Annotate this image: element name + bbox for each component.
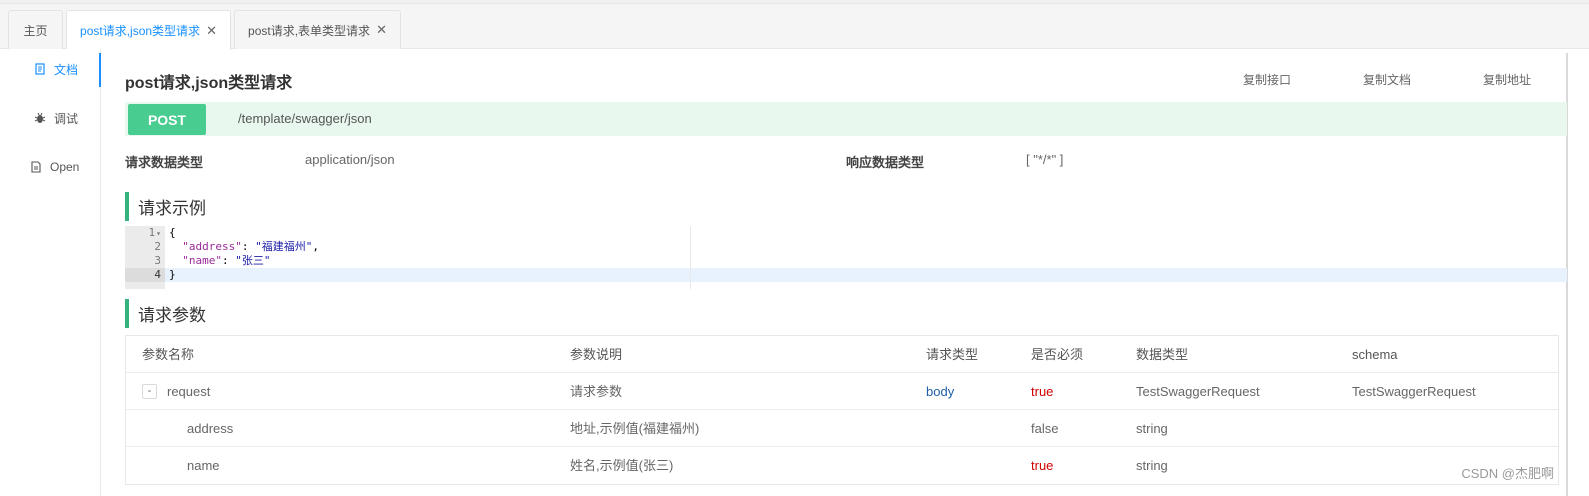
section-heading-example: 请求示例 [125, 192, 206, 221]
param-type: TestSwaggerRequest [1136, 384, 1260, 399]
close-icon[interactable]: ✕ [376, 22, 387, 38]
response-content-type-value: [ "*/*" ] [1026, 152, 1064, 167]
json-value: "福建福州" [255, 240, 313, 253]
param-desc: 姓名,示例值(张三) [570, 458, 674, 473]
response-content-type-label: 响应数据类型 [846, 155, 925, 170]
column-header: 参数说明 [570, 347, 623, 362]
left-nav: 文档 调试 Open [0, 49, 101, 496]
json-key: "address" [182, 240, 242, 253]
code-line: } [169, 268, 176, 281]
line-number: 1▾ [148, 226, 161, 239]
section-heading-params: 请求参数 [125, 299, 206, 328]
param-desc: 请求参数 [570, 384, 623, 399]
watermark: CSDN @杰肥啊 [1461, 466, 1554, 481]
endpoint-bar: POST /template/swagger/json [125, 102, 1567, 136]
param-name: address [187, 421, 234, 436]
tab-post-json[interactable]: post请求,json类型请求 ✕ [66, 10, 231, 50]
nav-item-open[interactable]: Open [0, 156, 100, 178]
api-doc-panel: post请求,json类型请求 复制接口 复制文档 复制地址 POST /tem… [101, 49, 1589, 496]
line-number: 2 [154, 240, 161, 253]
method-badge: POST [128, 104, 206, 135]
param-schema: TestSwaggerRequest [1352, 384, 1476, 399]
close-icon[interactable]: ✕ [206, 23, 217, 39]
collapse-toggle[interactable]: - [142, 384, 157, 399]
param-desc: 地址,示例值(福建福州) [570, 421, 700, 436]
param-type: string [1136, 458, 1168, 473]
json-key: "name" [182, 254, 222, 267]
copy-api-button[interactable]: 复制接口 [1243, 71, 1291, 88]
code-line: "name": "张三" [182, 254, 271, 267]
column-header: schema [1352, 347, 1398, 362]
bug-icon [34, 112, 46, 123]
column-header: 是否必须 [1031, 347, 1084, 362]
current-line-highlight [165, 268, 1567, 282]
tab-label: 主页 [23, 23, 48, 38]
fold-icon[interactable]: ▾ [156, 229, 161, 238]
table-row: name 姓名,示例值(张三) true string [126, 447, 1558, 484]
document-icon [35, 63, 45, 75]
nav-item-debug[interactable]: 调试 [0, 107, 100, 129]
copy-doc-button[interactable]: 复制文档 [1363, 71, 1411, 88]
line-number: 3 [154, 254, 161, 267]
line-number: 4 [154, 268, 161, 281]
page-title: post请求,json类型请求 [125, 75, 293, 92]
json-value: "张三" [235, 254, 271, 267]
request-content-type-value: application/json [305, 152, 395, 167]
code-editor[interactable]: 1▾ 2 3 4 { "address": "福建福州", "name": "张… [125, 226, 1567, 289]
tab-home[interactable]: 主页 [8, 10, 63, 49]
nav-item-label: 调试 [54, 111, 79, 126]
code-line: { [169, 226, 176, 239]
tab-post-form[interactable]: post请求,表单类型请求 ✕ [234, 10, 401, 49]
tab-label: post请求,表单类型请求 [248, 23, 371, 38]
param-required: false [1031, 421, 1059, 436]
table-header-row: 参数名称 参数说明 请求类型 是否必须 数据类型 schema [126, 336, 1558, 373]
param-name: name [187, 458, 220, 473]
tab-bar: 主页 post请求,json类型请求 ✕ post请求,表单类型请求 ✕ [0, 4, 1589, 50]
copy-url-button[interactable]: 复制地址 [1483, 71, 1531, 88]
params-table: 参数名称 参数说明 请求类型 是否必须 数据类型 schema - reques… [125, 335, 1559, 485]
table-row: - request 请求参数 body true TestSwaggerRequ… [126, 373, 1558, 410]
tab-label: post请求,json类型请求 [80, 24, 201, 38]
param-in: body [926, 384, 955, 399]
table-row: address 地址,示例值(福建福州) false string [126, 410, 1558, 447]
current-line-gutter: 4 [125, 268, 165, 282]
column-header: 请求类型 [926, 347, 979, 362]
column-header: 参数名称 [142, 347, 195, 362]
print-margin [690, 226, 691, 289]
code-line: "address": "福建福州", [182, 240, 319, 253]
param-required: true [1031, 458, 1054, 473]
file-icon [31, 161, 41, 173]
nav-item-label: Open [50, 160, 80, 174]
request-content-type-label: 请求数据类型 [125, 155, 204, 170]
endpoint-path: /template/swagger/json [238, 111, 372, 126]
nav-item-label: 文档 [54, 62, 79, 77]
param-required: true [1031, 384, 1054, 399]
param-type: string [1136, 421, 1168, 436]
nav-item-doc[interactable]: 文档 [0, 58, 100, 80]
param-name: request [167, 384, 211, 399]
column-header: 数据类型 [1136, 347, 1189, 362]
